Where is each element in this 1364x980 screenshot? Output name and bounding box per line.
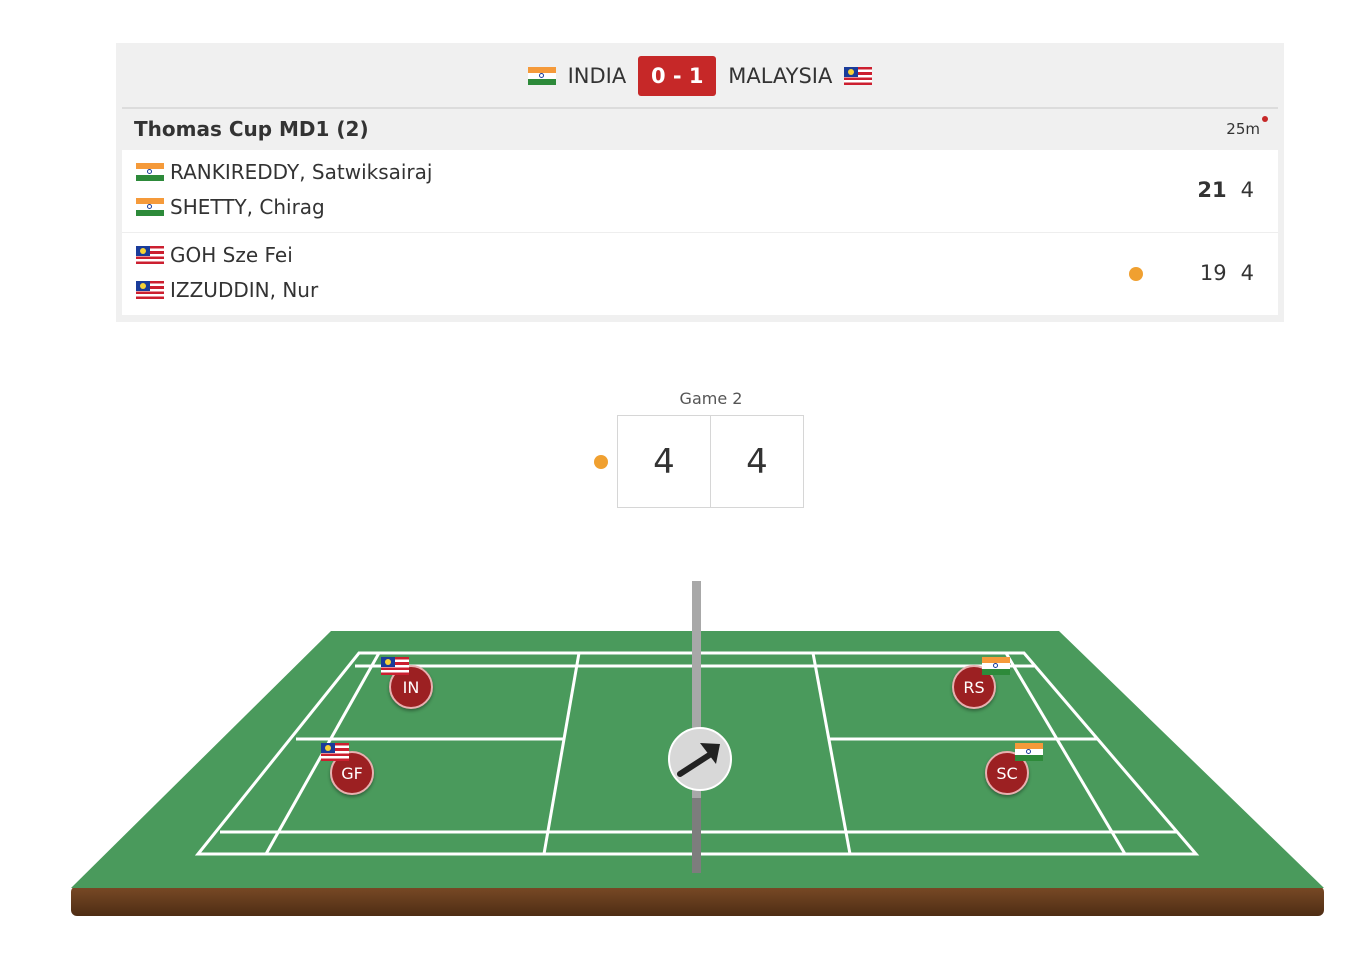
player-initials: GF <box>341 763 363 783</box>
malaysia-flag-icon <box>381 657 409 679</box>
badminton-court <box>71 581 1324 916</box>
court-base <box>71 886 1324 916</box>
net-shadow <box>692 798 701 873</box>
player-initials: RS <box>963 677 985 697</box>
player-initials: IN <box>402 677 420 697</box>
malaysia-flag-icon <box>321 743 349 765</box>
india-flag-icon <box>982 657 1010 679</box>
player-initials: SC <box>996 763 1018 783</box>
india-flag-icon <box>1015 743 1043 765</box>
